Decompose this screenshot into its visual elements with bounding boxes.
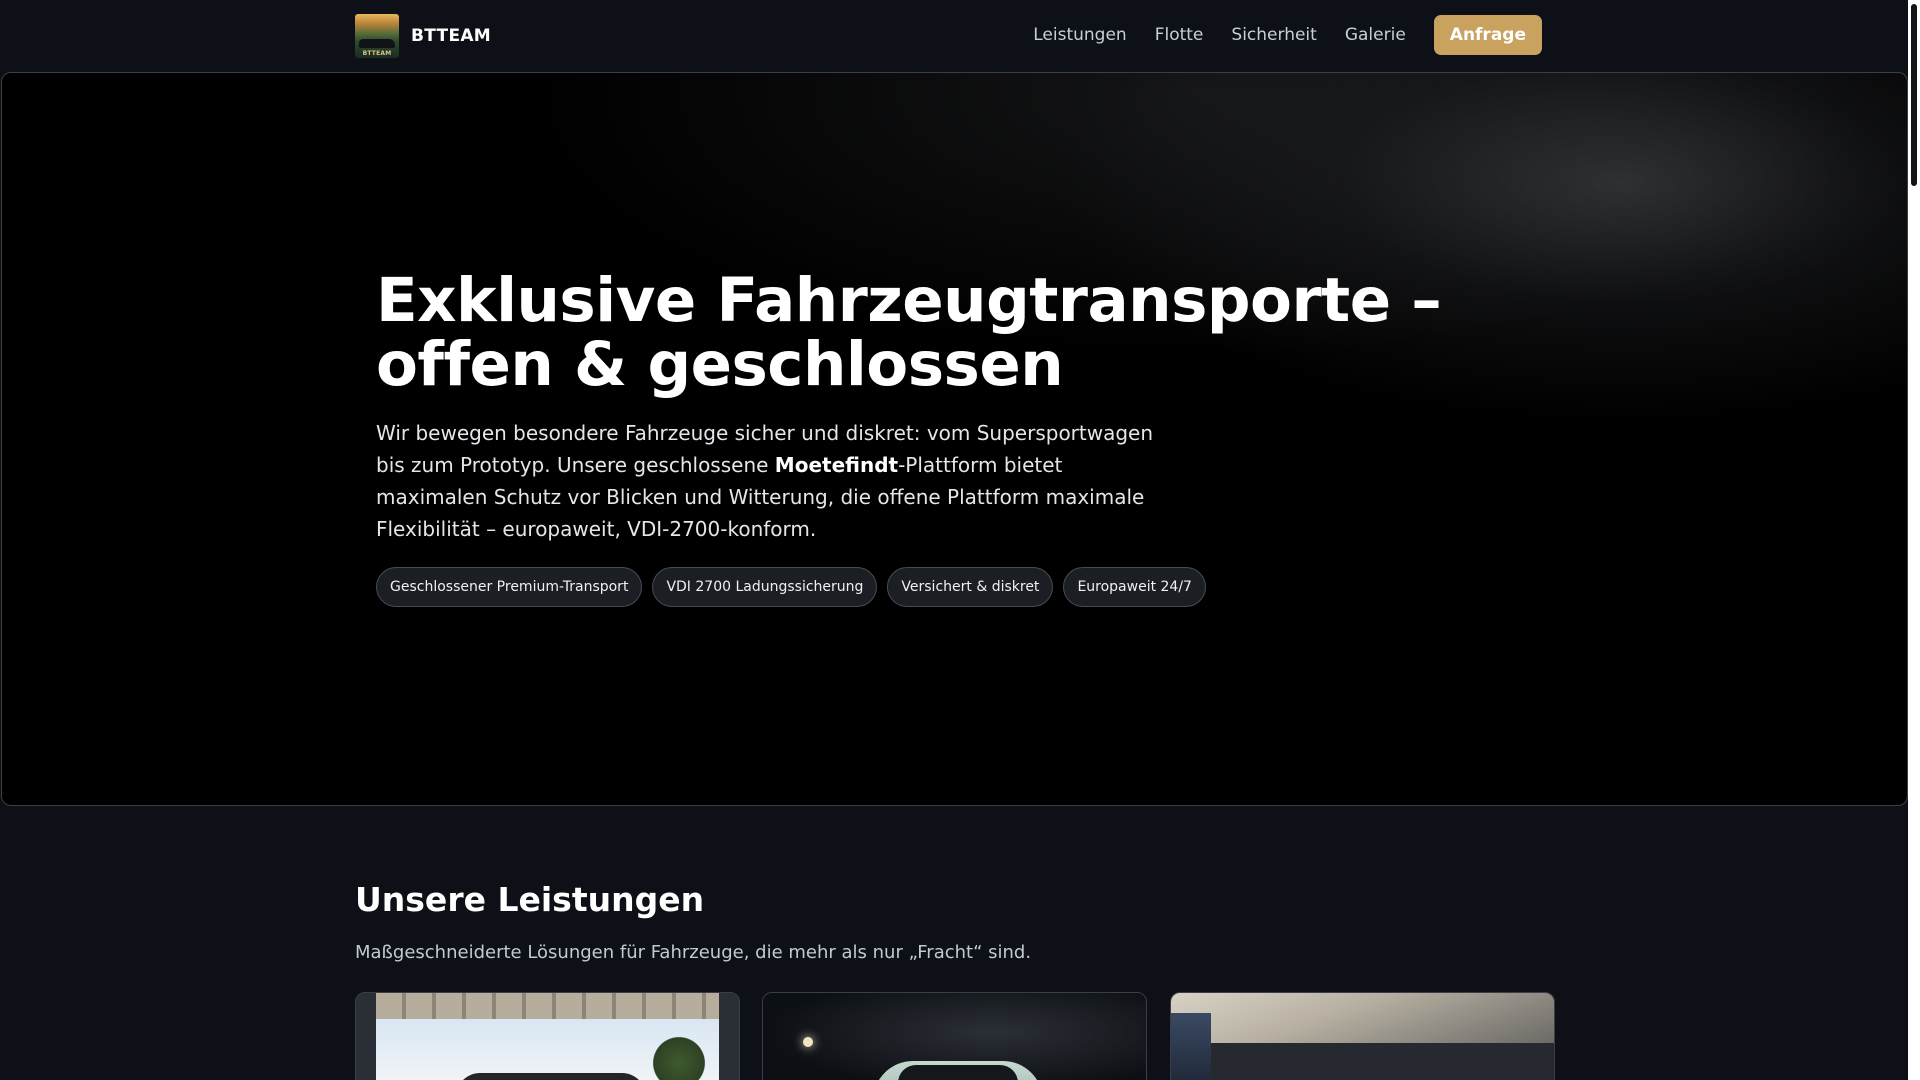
chip-europe-24-7: Europaweit 24/7 <box>1063 567 1206 607</box>
nav-links: Leistungen Flotte Sicherheit Galerie Anf… <box>1033 15 1542 55</box>
card-image-wall <box>719 993 739 1080</box>
services-title: Unsere Leistungen <box>355 880 705 919</box>
brand-home-link[interactable]: BTTEAM BTTEAM <box>355 14 491 58</box>
card-image-wall <box>356 993 376 1080</box>
card-image-trees <box>649 1033 709 1080</box>
card-image-side <box>1171 1013 1211 1080</box>
chip-vdi-2700: VDI 2700 Ladungssicherung <box>652 567 878 607</box>
service-card-image-3[interactable] <box>1170 992 1555 1080</box>
page-scrollbar[interactable] <box>1908 0 1920 1080</box>
card-image-windshield <box>898 1065 1018 1080</box>
nav-link-leistungen[interactable]: Leistungen <box>1033 25 1126 45</box>
service-card-image-1[interactable] <box>355 992 740 1080</box>
services-subtitle: Maßgeschneiderte Lösungen für Fahrzeuge,… <box>355 942 1032 963</box>
chip-premium-transport: Geschlossener Premium-Transport <box>376 567 643 607</box>
logo-text: BTTEAM <box>362 50 392 57</box>
chip-insured-discreet: Versichert & diskret <box>887 567 1054 607</box>
nav-link-galerie[interactable]: Galerie <box>1345 25 1406 45</box>
top-navigation: BTTEAM BTTEAM Leistungen Flotte Sicherhe… <box>0 0 1908 72</box>
hero-lead-brand: Moetefindt <box>774 453 899 477</box>
card-image-light <box>803 1037 813 1047</box>
card-image-wall <box>1211 1043 1554 1080</box>
inquiry-button[interactable]: Anfrage <box>1433 15 1542 55</box>
brand-name: BTTEAM <box>411 26 492 46</box>
service-cards <box>355 992 1555 1080</box>
hero-section: Exklusive Fahrzeugtransporte – offen & g… <box>1 72 1908 806</box>
nav-link-sicherheit[interactable]: Sicherheit <box>1231 25 1316 45</box>
card-image-roof <box>1171 993 1554 1043</box>
card-image-roof <box>376 993 719 1019</box>
scrollbar-thumb[interactable] <box>1911 4 1917 186</box>
feature-chips: Geschlossener Premium-Transport VDI 2700… <box>376 567 1206 607</box>
hero-title: Exklusive Fahrzeugtransporte – offen & g… <box>376 265 1442 400</box>
brand-logo: BTTEAM <box>355 14 399 58</box>
nav-link-flotte[interactable]: Flotte <box>1155 25 1204 45</box>
card-image-car <box>456 1073 646 1080</box>
service-card-image-2[interactable] <box>762 992 1147 1080</box>
hero-lead: Wir bewegen besondere Fahrzeuge sicher u… <box>376 417 1166 545</box>
